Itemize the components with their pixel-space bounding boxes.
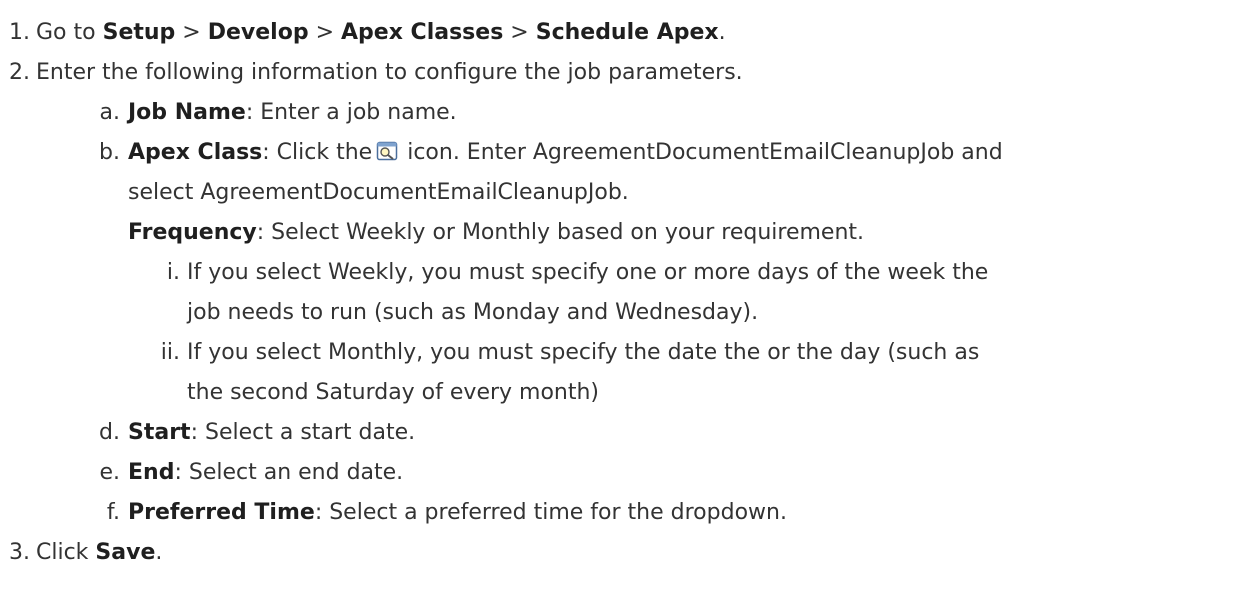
substep-start: Start: Select a start date. (128, 413, 415, 453)
substep-end: End: Select an end date. (128, 453, 403, 493)
lookup-icon (376, 141, 398, 161)
start-label: Start (128, 420, 191, 445)
path-separator: > (175, 20, 208, 45)
option-ii-marker: ii. (160, 340, 180, 365)
substep-a-marker: a. (99, 100, 120, 125)
step-3-suffix: . (155, 540, 163, 565)
substep-preferred-time: Preferred Time: Select a preferred time … (128, 493, 787, 533)
substep-frequency: Frequency: Select Weekly or Monthly base… (128, 213, 864, 253)
nav-apex-classes: Apex Classes (341, 20, 504, 45)
path-separator: > (503, 20, 536, 45)
nav-develop: Develop (207, 20, 309, 45)
end-label: End (128, 460, 175, 485)
path-separator: > (308, 20, 341, 45)
substep-d-marker: d. (99, 420, 120, 445)
step-2: Enter the following information to confi… (36, 60, 743, 85)
save-label: Save (95, 540, 156, 565)
preferred-time-text: : Select a preferred time for the dropdo… (314, 500, 787, 525)
step-3-marker: 3. (9, 540, 30, 565)
substep-b-marker: b. (99, 140, 120, 165)
substep-apex-class: Apex Class: Click the icon. Enter Agreem… (128, 133, 1003, 173)
frequency-label: Frequency (128, 220, 257, 245)
substep-e-marker: e. (99, 460, 120, 485)
apex-class-text-after: icon. Enter AgreementDocumentEmailCleanu… (400, 140, 1003, 165)
step-3: Click Save. (36, 533, 162, 573)
end-text: : Select an end date. (174, 460, 404, 485)
apex-class-text-before: : Click the (262, 140, 373, 165)
option-i-marker: i. (166, 260, 180, 285)
instructions-document: 1. Go to Setup > Develop > Apex Classes … (0, 0, 1245, 613)
preferred-time-label: Preferred Time (128, 500, 315, 525)
step-1-suffix: . (718, 20, 726, 45)
step-1-marker: 1. (9, 20, 30, 45)
start-text: : Select a start date. (190, 420, 416, 445)
step-3-prefix: Click (36, 540, 96, 565)
option-monthly-line-1: If you select Monthly, you must specify … (187, 340, 980, 365)
option-weekly-line-2: job needs to run (such as Monday and Wed… (187, 300, 759, 325)
option-weekly-line-1: If you select Weekly, you must specify o… (187, 260, 989, 285)
step-1: Go to Setup > Develop > Apex Classes > S… (36, 13, 726, 53)
step-2-marker: 2. (9, 60, 30, 85)
apex-class-label: Apex Class (128, 140, 263, 165)
job-name-label: Job Name (128, 100, 246, 125)
substep-job-name: Job Name: Enter a job name. (128, 93, 457, 133)
substep-f-marker: f. (106, 500, 120, 525)
nav-schedule-apex: Schedule Apex (535, 20, 719, 45)
apex-class-continuation: select AgreementDocumentEmailCleanupJob. (128, 180, 629, 205)
job-name-text: : Enter a job name. (245, 100, 457, 125)
frequency-text: : Select Weekly or Monthly based on your… (256, 220, 865, 245)
step-1-prefix: Go to (36, 20, 103, 45)
nav-setup: Setup (102, 20, 176, 45)
option-monthly-line-2: the second Saturday of every month) (187, 380, 600, 405)
